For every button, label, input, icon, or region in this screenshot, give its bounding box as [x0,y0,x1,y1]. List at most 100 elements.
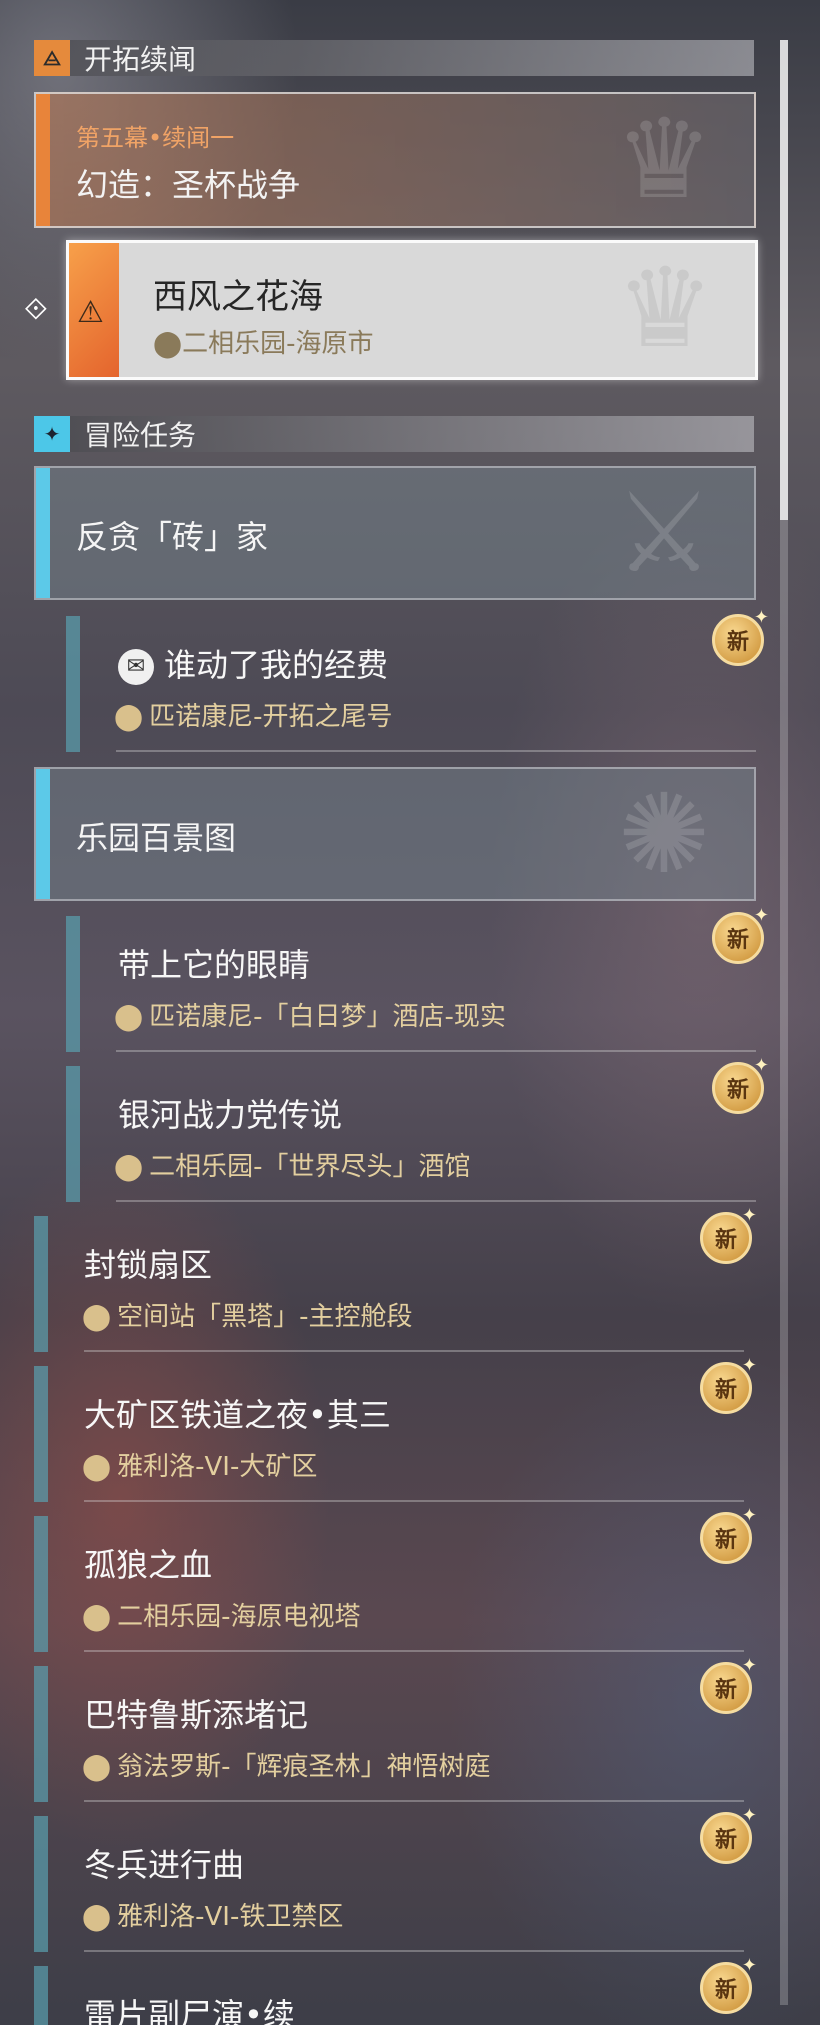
divider [116,1050,756,1052]
location-pin-icon: ⬤ [82,1602,112,1632]
quest-type-tile: ⚠ [69,243,119,377]
new-badge: 新 ✦ [700,1655,757,1714]
accent-bar [34,1816,48,1952]
quest-item[interactable]: 雷片副尸演•续 [34,1966,754,2025]
location-pin-icon: ⬤ [82,1902,112,1932]
faction-emblem-icon: ⚔ [614,469,714,597]
scrollbar-thumb[interactable] [780,40,788,520]
faction-emblem-icon: ♛ [614,95,714,223]
accent-bar [66,616,80,752]
new-badge: 新 ✦ [700,1805,757,1864]
sparkle-icon: ✦ [741,1355,757,1376]
new-badge-label: 新 [726,1078,749,1103]
location-pin-icon: ⬤ [114,1152,144,1182]
new-badge: 新 ✦ [700,1205,757,1264]
quest-location: ⬤ 雅利洛-VI-大矿区 [82,1446,317,1483]
trailblaze-icon: ⨺ [34,40,70,76]
new-badge-label: 新 [714,1828,737,1853]
sparkle-icon: ✦ [753,607,769,628]
new-badge: 新 ✦ [712,905,769,964]
divider [116,1200,756,1202]
location-pin-icon: ⬤ [114,1002,144,1032]
category-header[interactable]: 反贪「砖」家 ⚔ [34,466,756,600]
divider [84,1350,744,1352]
quest-item[interactable]: 大矿区铁道之夜•其三 ⬤ 雅利洛-VI-大矿区 [34,1366,754,1502]
quest-chapter: 第五幕•续闻一 [76,124,235,152]
accent-bar [34,1966,48,2025]
location-text: 二相乐园-海原电视塔 [117,1602,361,1632]
location-text: 翁法罗斯-「辉痕圣林」神悟树庭 [117,1752,491,1782]
quest-location: ⬤ 空间站「黑塔」-主控舱段 [82,1296,413,1333]
quest-title: 带上它的眼睛 [118,946,311,984]
accent-bar [66,916,80,1052]
new-badge-label: 新 [714,1228,737,1253]
accent-bar [36,94,50,226]
location-pin-icon: ⬤ [82,1452,112,1482]
quest-location: ⬤ 雅利洛-VI-铁卫禁区 [82,1896,343,1933]
selected-quest-card[interactable]: ⚠ 西风之花海 ⬤二相乐园-海原市 ♛ [66,240,758,380]
quest-item[interactable]: 孤狼之血 ⬤ 二相乐园-海原电视塔 [34,1516,754,1652]
quest-location: ⬤ 匹诺康尼-开拓之尾号 [114,696,393,733]
new-badge-label: 新 [726,928,749,953]
accent-bar [36,769,50,899]
new-badge-label: 新 [714,1378,737,1403]
quest-item[interactable]: 冬兵进行曲 ⬤ 雅利洛-VI-铁卫禁区 [34,1816,754,1952]
new-badge: 新 ✦ [712,1055,769,1114]
faction-emblem-icon: ✺ [617,770,711,898]
trailblaze-rune-icon: ⚠ [77,295,104,330]
new-badge-label: 新 [714,1678,737,1703]
quest-location: ⬤ 二相乐园-「世界尽头」酒馆 [114,1146,471,1183]
quest-location: ⬤ 翁法罗斯-「辉痕圣林」神悟树庭 [82,1746,491,1783]
quest-title: 巴特鲁斯添堵记 [84,1696,309,1734]
sparkle-icon: ✦ [753,1055,769,1076]
location-pin-icon: ⬤ [82,1302,112,1332]
selection-arrow-icon: ⟐ [24,292,48,327]
location-text: 匹诺康尼-开拓之尾号 [149,702,393,732]
accent-bar [66,1066,80,1202]
category-title: 反贪「砖」家 [76,518,269,556]
quest-title: 冬兵进行曲 [84,1846,245,1884]
new-badge-label: 新 [726,630,749,655]
section-title: 冒险任务 [84,419,197,452]
quest-item[interactable]: 银河战力党传说 ⬤ 二相乐园-「世界尽头」酒馆 [66,1066,786,1202]
quest-item[interactable]: 带上它的眼睛 ⬤ 匹诺康尼-「白日梦」酒店-现实 [66,916,786,1052]
quest-title: 大矿区铁道之夜•其三 [84,1396,391,1434]
divider [84,1650,744,1652]
accent-bar [34,1666,48,1802]
quest-title: 雷片副尸演•续 [84,1996,295,2025]
new-badge-label: 新 [714,1528,737,1553]
new-badge: 新 ✦ [700,1955,757,2014]
main-quest-card[interactable]: 第五幕•续闻一 幻造：圣杯战争 ♛ [34,92,756,228]
divider [84,1500,744,1502]
new-badge: 新 ✦ [700,1505,757,1564]
accent-bar [36,468,50,598]
quest-item[interactable]: 巴特鲁斯添堵记 ⬤ 翁法罗斯-「辉痕圣林」神悟树庭 [34,1666,754,1802]
sparkle-icon: ✦ [741,1955,757,1976]
faction-emblem-icon: ♛ [615,244,715,372]
location-text: 匹诺康尼-「白日梦」酒店-现实 [149,1002,506,1032]
location-pin-icon: ⬤ [82,1752,112,1782]
accent-bar [34,1516,48,1652]
quest-item[interactable]: 封锁扇区 ⬤ 空间站「黑塔」-主控舱段 [34,1216,754,1352]
sparkle-icon: ✦ [741,1655,757,1676]
quest-location: ⬤二相乐园-海原市 [153,323,374,360]
quest-title: 银河战力党传说 [118,1096,343,1134]
category-header[interactable]: 乐园百景图 ✺ [34,767,756,901]
quest-location: ⬤ 匹诺康尼-「白日梦」酒店-现实 [114,996,506,1033]
section-header-adventure: ✦ 冒险任务 [34,416,754,452]
location-pin-icon: ⬤ [114,702,144,732]
new-badge: 新 ✦ [700,1355,757,1414]
quest-item[interactable]: ✉ 谁动了我的经费 ⬤ 匹诺康尼-开拓之尾号 [66,616,786,752]
sparkle-icon: ✦ [741,1205,757,1226]
quest-title: 幻造：圣杯战争 [76,166,301,204]
location-text: 空间站「黑塔」-主控舱段 [117,1302,413,1332]
sparkle-icon: ✦ [741,1505,757,1526]
quest-title: ✉ 谁动了我的经费 [118,640,388,686]
finance-icon: ✉ [118,649,154,685]
adventure-icon: ✦ [34,416,70,452]
section-title: 开拓续闻 [84,43,197,76]
accent-bar [34,1216,48,1352]
quest-log-panel: ⨺ 开拓续闻 第五幕•续闻一 幻造：圣杯战争 ♛ ⟐ ⚠ 西风之花海 ⬤二相乐园… [0,0,820,2025]
sparkle-icon: ✦ [741,1805,757,1826]
divider [84,1800,744,1802]
